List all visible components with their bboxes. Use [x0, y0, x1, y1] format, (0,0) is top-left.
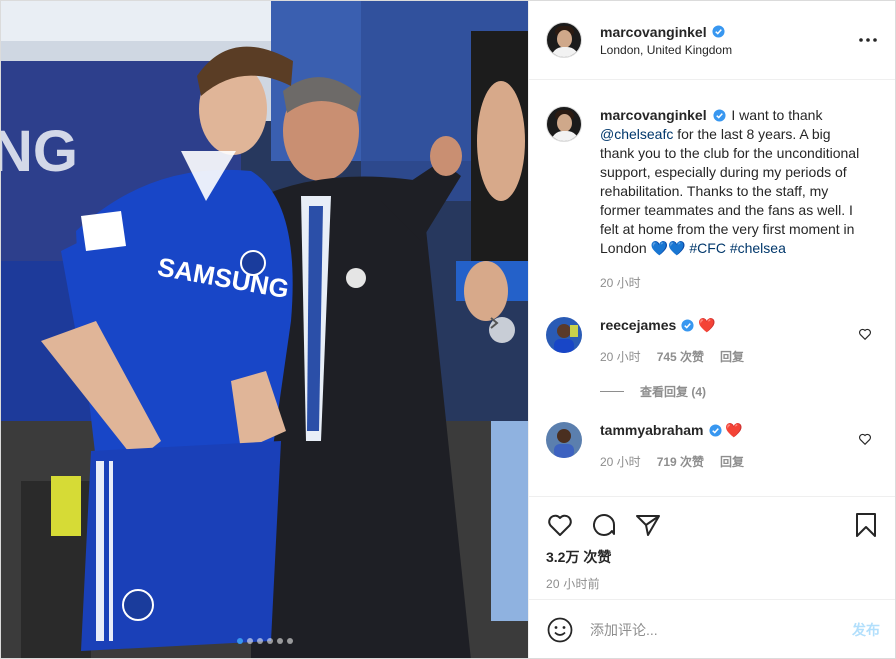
comment-text: ❤️	[698, 317, 716, 333]
post-location[interactable]: London, United Kingdom	[600, 43, 856, 57]
comment-like-heart-icon[interactable]	[858, 432, 872, 446]
caption-emoji: 💙💙	[650, 240, 686, 256]
verified-badge-icon	[712, 109, 726, 122]
post-photo[interactable]: NG	[1, 1, 528, 658]
comment-meta: 20 小时 745 次赞 回复	[600, 348, 850, 365]
comment-body: tammyabraham ❤️ 20 小时 719 次赞 回复	[600, 422, 850, 470]
emoji-button[interactable]	[546, 616, 574, 644]
post-comment-button[interactable]: 发布	[852, 620, 880, 640]
action-bar	[546, 509, 880, 541]
author-avatar[interactable]	[546, 22, 582, 58]
save-button[interactable]	[852, 511, 880, 539]
comment-input[interactable]	[590, 622, 852, 638]
carousel-next-button[interactable]	[489, 317, 515, 343]
share-button[interactable]	[634, 511, 662, 539]
author-username-text[interactable]: marcovanginkel	[600, 24, 707, 40]
heart-outline-icon	[548, 514, 572, 536]
comment-reply-button[interactable]: 回复	[720, 348, 744, 365]
stadium-sign-text: NG	[1, 119, 78, 184]
comment-likes[interactable]: 745 次赞	[657, 348, 704, 365]
verified-badge-icon	[712, 25, 725, 38]
carousel-dot	[276, 638, 283, 644]
comment-username-text[interactable]: reecejames	[600, 317, 676, 333]
comment-meta: 20 小时 719 次赞 回复	[600, 453, 850, 470]
caption-author-avatar[interactable]	[546, 106, 582, 142]
comment-button[interactable]	[590, 511, 618, 539]
comment-time[interactable]: 20 小时	[600, 348, 641, 365]
comment-like-heart-icon[interactable]	[858, 327, 872, 341]
comment-text: ❤️	[725, 422, 743, 438]
commenter-avatar-image	[546, 317, 582, 353]
view-replies-button[interactable]: 查看回复 (4)	[600, 383, 880, 400]
commenter-avatar[interactable]	[546, 422, 582, 458]
verified-badge-icon	[708, 423, 722, 437]
carousel-dots	[1, 638, 528, 644]
caption-mention-link[interactable]: @chelseafc	[600, 126, 673, 142]
caption-text-start: I want to thank	[731, 107, 823, 123]
carousel-dot	[256, 638, 263, 644]
comment-reply-button[interactable]: 回复	[720, 453, 744, 470]
carousel-dot	[266, 638, 273, 644]
like-button[interactable]	[546, 511, 574, 539]
add-comment-bar: 发布	[529, 599, 895, 658]
caption-time[interactable]: 20 小时	[600, 274, 865, 293]
post-photo-illustration: NG	[1, 1, 528, 658]
caption-text-end: for the last 8 years. A big thank you to…	[600, 126, 860, 256]
commenter-avatar-image	[546, 422, 582, 458]
instagram-post-modal: NG	[0, 0, 896, 659]
more-horizontal-icon	[859, 38, 877, 42]
author-username[interactable]: marcovanginkel	[600, 24, 725, 40]
carousel-dot-active	[236, 638, 243, 644]
author-info: marcovanginkel London, United Kingdom	[600, 24, 856, 57]
paper-plane-icon	[636, 515, 660, 536]
post-timestamp[interactable]: 20 小时前	[546, 575, 880, 592]
carousel-dot	[286, 638, 293, 644]
caption-hashtags[interactable]: #CFC #chelsea	[689, 240, 786, 256]
comment-item: tammyabraham ❤️ 20 小时 719 次赞 回复	[546, 422, 880, 470]
comment-body: reecejames ❤️ 20 小时 745 次赞 回复	[600, 317, 850, 365]
comment-time[interactable]: 20 小时	[600, 453, 641, 470]
chevron-right-icon	[490, 317, 499, 329]
view-replies-text[interactable]: 查看回复 (4)	[640, 383, 706, 400]
comment-bubble-icon	[593, 514, 615, 536]
caption-body: marcovanginkel I want to thank @chelseaf…	[600, 106, 865, 293]
post-caption: marcovanginkel I want to thank @chelseaf…	[546, 106, 880, 293]
smiley-icon	[547, 617, 573, 643]
comment-item: reecejames ❤️ 20 小时 745 次赞 回复	[546, 317, 880, 365]
comments-list[interactable]: marcovanginkel I want to thank @chelseaf…	[529, 80, 895, 496]
post-side-panel: marcovanginkel London, United Kingdom ma…	[528, 1, 895, 658]
comment-username[interactable]: tammyabraham	[600, 422, 722, 438]
more-options-button[interactable]	[856, 28, 880, 52]
view-replies-line	[600, 391, 624, 392]
verified-badge-icon	[681, 318, 694, 332]
carousel-dot	[246, 638, 253, 644]
post-actions: 3.2万 次赞 20 小时前	[529, 496, 895, 599]
bookmark-icon	[856, 513, 876, 537]
comment-username[interactable]: reecejames	[600, 317, 694, 333]
comment-likes[interactable]: 719 次赞	[657, 453, 704, 470]
commenter-avatar[interactable]	[546, 317, 582, 353]
post-likes-count[interactable]: 3.2万 次赞	[546, 547, 880, 567]
comment-username-text[interactable]: tammyabraham	[600, 422, 704, 438]
caption-username[interactable]: marcovanginkel	[600, 107, 707, 123]
post-header: marcovanginkel London, United Kingdom	[529, 1, 895, 80]
